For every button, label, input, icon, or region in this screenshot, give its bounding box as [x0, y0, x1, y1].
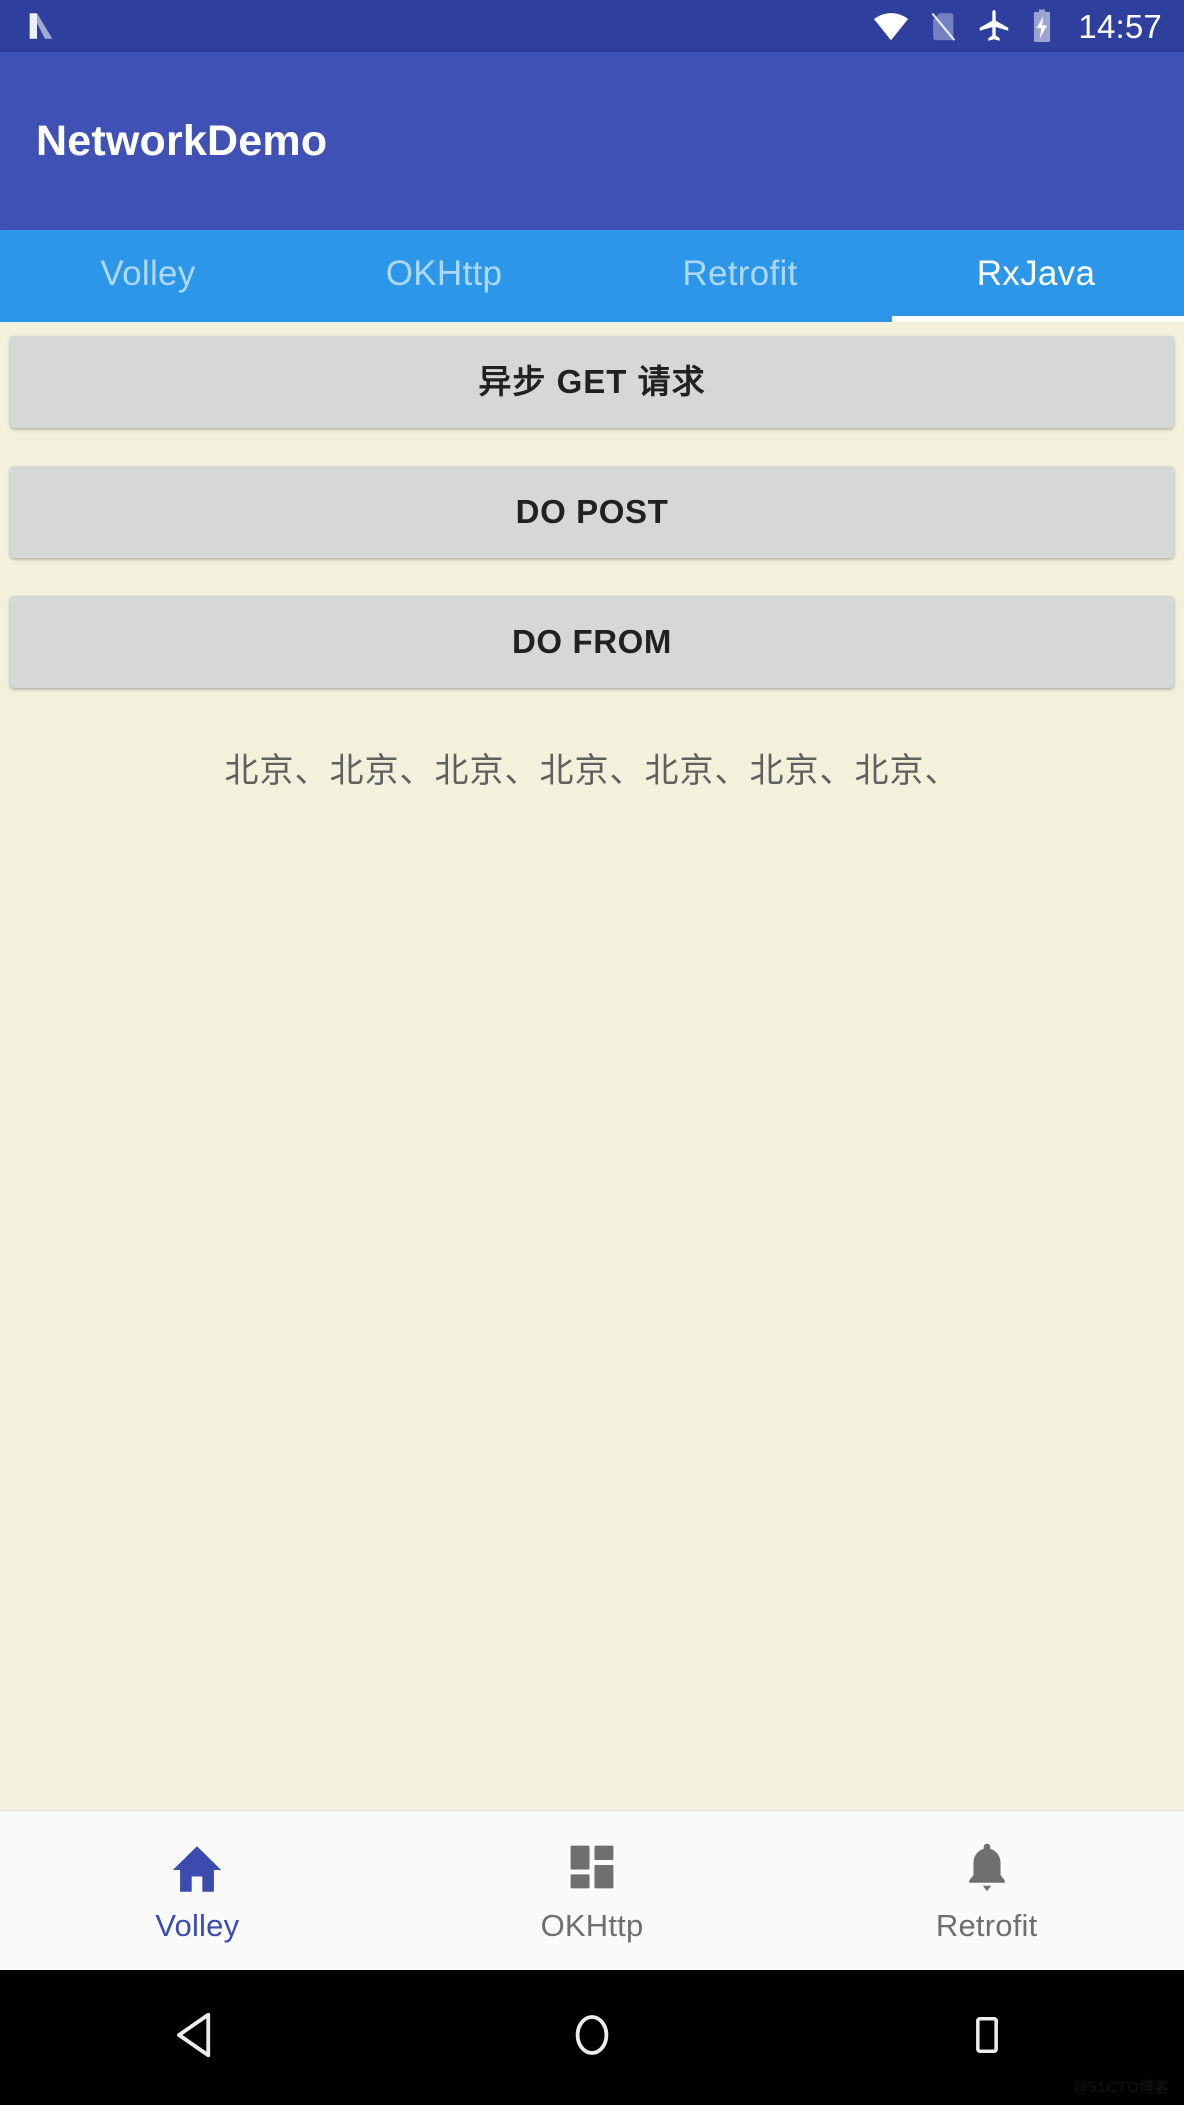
airplane-mode-icon: [976, 8, 1012, 44]
tab-retrofit[interactable]: Retrofit: [592, 230, 888, 322]
content-empty-space: [10, 796, 1174, 1810]
dashboard-icon: [565, 1840, 619, 1898]
android-n-logo-icon: [24, 9, 58, 43]
bottom-nav-label: OKHttp: [540, 1908, 644, 1943]
tab-volley[interactable]: Volley: [0, 230, 296, 322]
tab-label: Volley: [100, 253, 196, 293]
tab-bar: Volley OKHttp Retrofit RxJava: [0, 230, 1184, 322]
back-triangle-icon: [170, 2008, 224, 2067]
bottom-nav-label: Volley: [155, 1908, 240, 1943]
back-button[interactable]: [0, 2008, 395, 2067]
async-get-request-button[interactable]: 异步 GET 请求: [10, 336, 1174, 428]
status-bar-icons: 14:57: [872, 7, 1162, 45]
bottom-nav-item-okhttp[interactable]: OKHttp: [395, 1811, 790, 1970]
recents-square-icon: [962, 2010, 1012, 2065]
status-bar-left: [24, 9, 58, 43]
home-icon: [168, 1840, 226, 1898]
bottom-nav-label: Retrofit: [935, 1908, 1038, 1943]
page-title: NetworkDemo: [36, 116, 328, 165]
result-text: 北京、北京、北京、北京、北京、北京、北京、: [224, 752, 960, 790]
bottom-nav-item-retrofit[interactable]: Retrofit: [789, 1811, 1184, 1970]
app-bar: NetworkDemo: [0, 52, 1184, 230]
tab-rxjava[interactable]: RxJava: [888, 230, 1184, 322]
bottom-nav-item-volley[interactable]: Volley: [0, 1811, 395, 1970]
tab-okhttp[interactable]: OKHttp: [296, 230, 592, 322]
status-bar-clock: 14:57: [1078, 7, 1162, 45]
wifi-icon: [872, 7, 910, 45]
do-from-button[interactable]: DO FROM: [10, 596, 1174, 688]
no-sim-icon: [926, 9, 960, 43]
main-content: 异步 GET 请求 DO POST DO FROM 北京、北京、北京、北京、北京…: [0, 322, 1184, 1810]
tab-label: Retrofit: [682, 253, 798, 293]
home-button[interactable]: [395, 2008, 790, 2067]
recents-button[interactable]: [789, 2010, 1184, 2065]
battery-charging-icon: [1028, 8, 1056, 44]
tab-label: RxJava: [976, 253, 1096, 293]
do-post-button[interactable]: DO POST: [10, 466, 1174, 558]
home-circle-icon: [565, 2008, 619, 2067]
system-navigation-bar: @51CTO博客: [0, 1970, 1184, 2105]
watermark: @51CTO博客: [1072, 2079, 1170, 2096]
phone-screen: 14:57 NetworkDemo Volley OKHttp Retrofit…: [0, 0, 1184, 2105]
notifications-bell-icon: [959, 1840, 1015, 1898]
tab-label: OKHttp: [385, 253, 503, 293]
status-bar: 14:57: [0, 0, 1184, 52]
bottom-navigation-bar: Volley OKHttp Retrofit: [0, 1810, 1184, 1970]
